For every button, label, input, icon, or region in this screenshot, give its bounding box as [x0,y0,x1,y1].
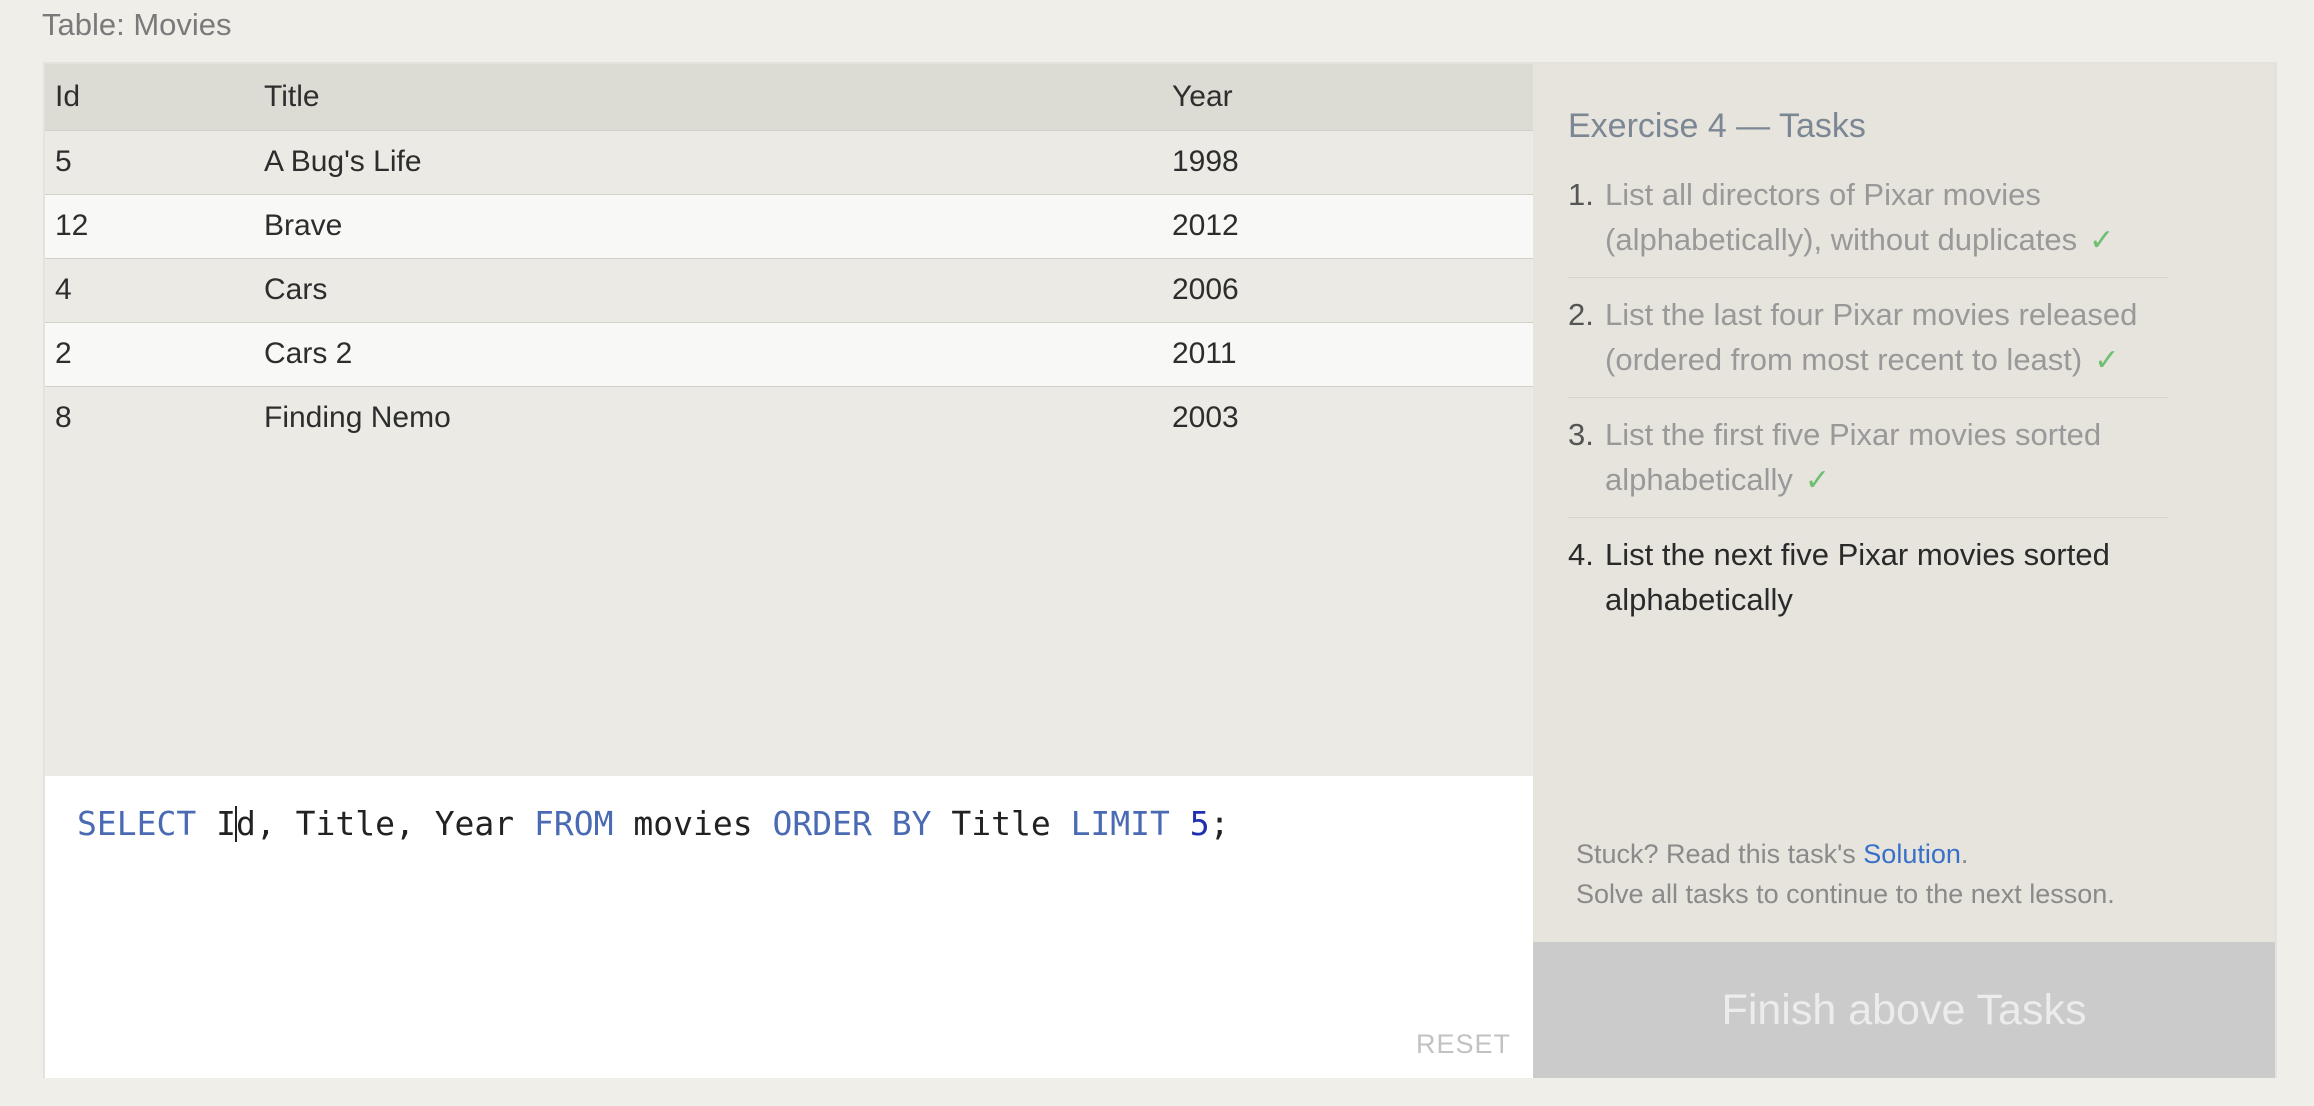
sql-token: Year [434,804,515,843]
task-label: List the last four Pixar movies released… [1605,297,2138,377]
results-table: Id Title Year 5 A Bug's Life 1998 12 Bra… [45,64,1533,450]
sql-keyword: LIMIT [1070,804,1170,843]
reset-button[interactable]: RESET [1416,1029,1511,1060]
task-label: List all directors of Pixar movies (alph… [1605,177,2078,257]
sql-keyword: ORDER [772,804,872,843]
task-text: List all directors of Pixar movies (alph… [1605,172,2168,263]
task-list: 1. List all directors of Pixar movies (a… [1568,172,2168,650]
task-text: List the last four Pixar movies released… [1605,292,2168,383]
text-caret [234,806,237,842]
sql-editor[interactable]: SELECT Id, Title, Year FROM movies ORDER… [45,776,1533,1078]
sql-token: movies [633,804,753,843]
table-caption: Table: Movies [42,7,232,42]
sql-keyword: SELECT [77,804,197,843]
cell-id: 2 [55,337,72,370]
sql-token: Title [951,804,1051,843]
help-line-1: Stuck? Read this task's Solution. [1576,834,2115,874]
table-row: 12 Brave 2012 [45,194,1533,258]
table-header-row: Id Title Year [45,64,1533,130]
cell-id: 5 [55,145,72,178]
column-header-year: Year [1172,79,1233,113]
task-number: 4. [1568,537,1594,572]
solution-link[interactable]: Solution [1863,839,1961,869]
sql-token: , [394,804,415,843]
help-line-2: Solve all tasks to continue to the next … [1576,879,2115,909]
sql-token: ; [1209,804,1230,843]
task-label: List the first five Pixar movies sorted … [1605,417,2102,497]
task-text: List the first five Pixar movies sorted … [1605,412,2168,503]
task-label: List the next five Pixar movies sorted a… [1605,537,2110,617]
cell-year: 2011 [1172,337,1237,370]
cell-title: Finding Nemo [264,401,451,435]
help-prefix: Stuck? Read this task's [1576,839,1864,869]
table-row: 4 Cars 2006 [45,258,1533,322]
cell-title: Brave [264,209,343,242]
exercise-frame: Id Title Year 5 A Bug's Life 1998 12 Bra… [43,62,2277,1078]
results-pane: Id Title Year 5 A Bug's Life 1998 12 Bra… [45,64,1533,776]
check-icon: ✓ [2094,344,2120,377]
task-item: 2. List the last four Pixar movies relea… [1568,292,2168,398]
cell-year: 2006 [1172,273,1239,306]
sql-query-text[interactable]: SELECT Id, Title, Year FROM movies ORDER… [77,804,1230,844]
tasks-pane: Exercise 4 — Tasks 1. List all directors… [1533,64,2275,944]
task-text: List the next five Pixar movies sorted a… [1605,532,2168,622]
check-icon: ✓ [1804,464,1830,497]
task-item-current: 4. List the next five Pixar movies sorte… [1568,532,2168,636]
sql-token: , [255,804,276,843]
task-item: 3. List the first five Pixar movies sort… [1568,412,2168,518]
cell-id: 8 [55,401,72,435]
tasks-title: Exercise 4 — Tasks [1568,107,1866,145]
task-item: 1. List all directors of Pixar movies (a… [1568,172,2168,278]
cell-title: Cars 2 [264,337,353,370]
table-row: 8 Finding Nemo 2003 [45,386,1533,450]
table-row: 2 Cars 2 2011 [45,322,1533,386]
sql-token: Id [216,804,256,843]
cell-id: 4 [55,273,72,306]
cell-title: Cars [264,273,328,306]
cell-year: 2012 [1172,209,1239,242]
sql-token: Title [295,804,395,843]
finish-tasks-button[interactable]: Finish above Tasks [1533,942,2275,1078]
cell-id: 12 [55,209,89,242]
cell-year: 2003 [1172,401,1239,435]
help-text: Stuck? Read this task's Solution. Solve … [1576,834,2115,914]
task-number: 2. [1568,297,1594,332]
cell-title: A Bug's Life [264,145,422,178]
sql-keyword: FROM [534,804,614,843]
sql-keyword: BY [891,804,932,843]
task-number: 1. [1568,177,1594,212]
column-header-title: Title [264,79,320,113]
help-suffix: . [1960,839,1969,869]
task-number: 3. [1568,417,1594,452]
cell-year: 1998 [1172,145,1239,178]
table-row: 5 A Bug's Life 1998 [45,130,1533,194]
check-icon: ✓ [2089,224,2115,257]
column-header-id: Id [55,79,81,113]
sql-number: 5 [1189,804,1210,843]
